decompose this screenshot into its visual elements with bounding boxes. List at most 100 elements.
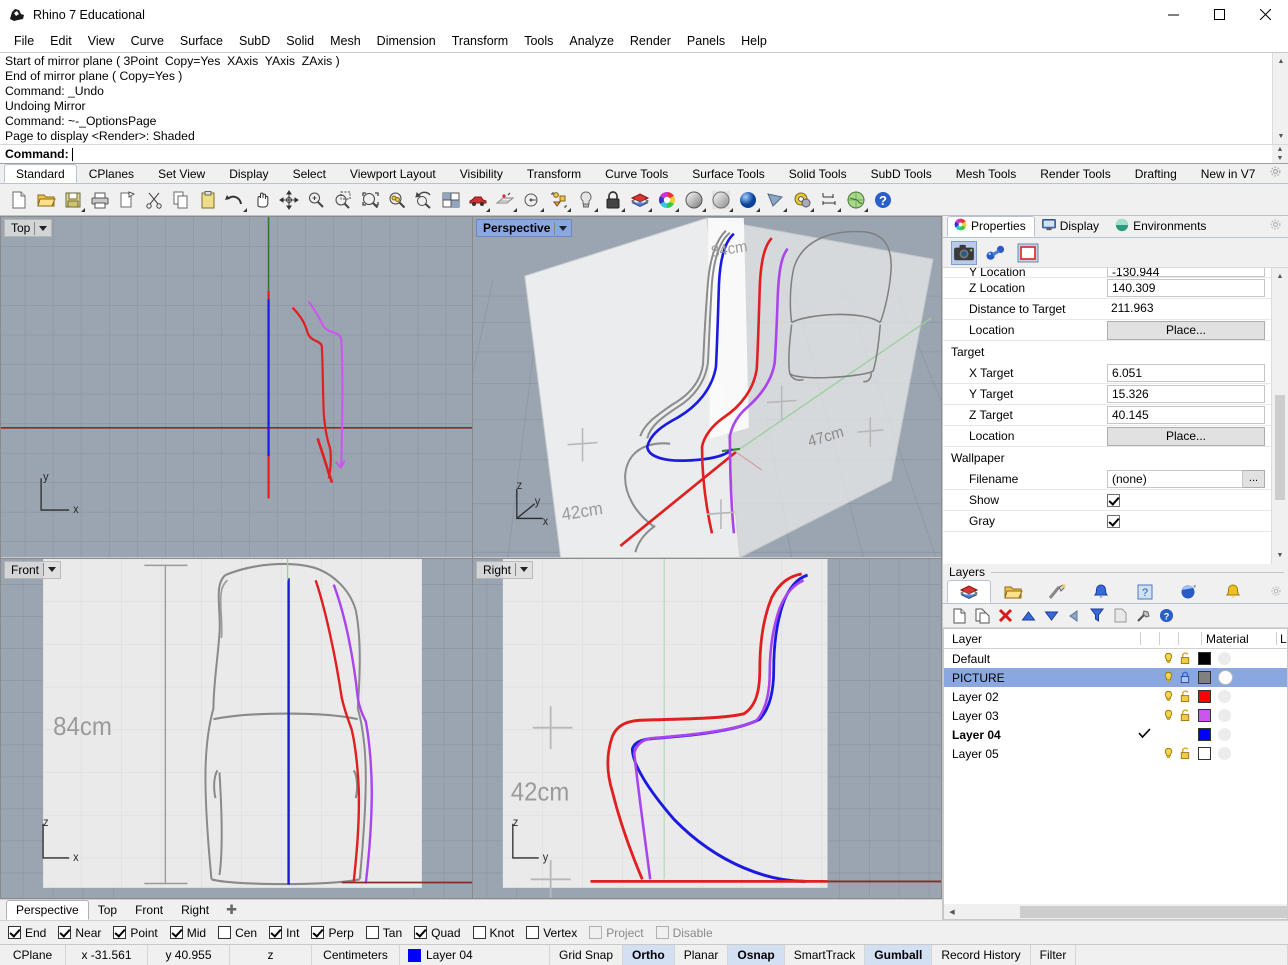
unlock-icon[interactable]: [1177, 709, 1194, 722]
layers-horizontal-scrollbar[interactable]: ◀ ▶: [943, 904, 1288, 920]
light-bulb-icon[interactable]: [1160, 652, 1177, 665]
browse-button[interactable]: ...: [1243, 470, 1265, 488]
print-icon[interactable]: [87, 187, 113, 213]
prompt-down-icon[interactable]: ▼: [1272, 154, 1288, 163]
menu-view[interactable]: View: [80, 31, 123, 51]
viewport-tab-perspective[interactable]: Perspective: [6, 900, 89, 920]
toggle-ortho[interactable]: Ortho: [623, 945, 675, 965]
delete-layer-icon[interactable]: [995, 606, 1015, 626]
layer-linetype[interactable]: C: [1284, 747, 1287, 761]
paste-icon[interactable]: [195, 187, 221, 213]
unlock-icon[interactable]: [1177, 690, 1194, 703]
viewport-tab-right[interactable]: Right: [172, 901, 218, 919]
toolbar-tab-render-tools[interactable]: Render Tools: [1028, 164, 1123, 183]
chevron-down-icon[interactable]: [39, 225, 48, 231]
prompt-up-icon[interactable]: ▲: [1272, 145, 1288, 154]
four-viewport-icon[interactable]: [438, 187, 464, 213]
layers-icon[interactable]: [627, 187, 653, 213]
car-render-icon[interactable]: [465, 187, 491, 213]
wallpaper-gray-wrap[interactable]: [1107, 514, 1271, 528]
folder-tab-icon[interactable]: [991, 580, 1035, 603]
close-button[interactable]: [1242, 0, 1288, 30]
checkbox[interactable]: [269, 926, 283, 939]
lock-icon[interactable]: [1177, 671, 1194, 684]
move-up-icon[interactable]: [1018, 606, 1038, 626]
property-value[interactable]: -130.944: [1107, 268, 1265, 277]
layer-linetype[interactable]: C: [1284, 671, 1287, 685]
viewport-label-right[interactable]: Right: [476, 560, 534, 579]
property-row-y-location[interactable]: Y Location -130.944: [943, 268, 1271, 278]
layer-material[interactable]: [1214, 747, 1284, 760]
toolbar-tab-select[interactable]: Select: [281, 164, 338, 183]
property-row-x-target[interactable]: X Target 6.051: [943, 363, 1271, 384]
cplane-grid-icon[interactable]: [492, 187, 518, 213]
properties-scrollbar[interactable]: ▲ ▼: [1271, 268, 1288, 564]
osnap-project[interactable]: Project: [589, 926, 644, 940]
command-prompt-spinner[interactable]: ▲ ▼: [1272, 145, 1288, 164]
menu-analyze[interactable]: Analyze: [561, 31, 621, 51]
notification-bell-icon[interactable]: [1079, 580, 1123, 603]
layer-linetype[interactable]: C: [1284, 728, 1287, 742]
scroll-thumb[interactable]: [1020, 905, 1288, 918]
circle-center-icon[interactable]: [519, 187, 545, 213]
property-value[interactable]: 140.309: [1107, 279, 1265, 297]
target-place-button[interactable]: Place...: [1107, 426, 1265, 446]
toolbar-tab-display[interactable]: Display: [217, 164, 280, 183]
osnap-knot[interactable]: Knot: [472, 926, 514, 940]
layer-linetype[interactable]: C: [1284, 690, 1287, 704]
checkbox[interactable]: [589, 926, 603, 939]
wallpaper-show-checkbox[interactable]: [1107, 493, 1120, 507]
layer-name[interactable]: Layer 02: [944, 690, 1128, 704]
checkbox[interactable]: [218, 926, 232, 939]
menu-edit[interactable]: Edit: [42, 31, 80, 51]
checkbox[interactable]: [169, 926, 183, 939]
layer-color-swatch[interactable]: [1194, 728, 1215, 741]
shaded-sphere-icon[interactable]: [681, 187, 707, 213]
layer-material[interactable]: [1214, 652, 1284, 665]
toolbar-tab-subd-tools[interactable]: SubD Tools: [859, 164, 944, 183]
checkbox[interactable]: [365, 926, 379, 939]
toolbar-tab-cplanes[interactable]: CPlanes: [77, 164, 146, 183]
toggle-record-history[interactable]: Record History: [932, 945, 1031, 965]
viewport-top[interactable]: y x Top: [0, 216, 472, 558]
scroll-track[interactable]: [1273, 69, 1288, 128]
zoom-in-icon[interactable]: [303, 187, 329, 213]
column-header-layer[interactable]: Layer: [944, 632, 1140, 646]
object-snap-icon[interactable]: [546, 187, 572, 213]
scroll-down-icon[interactable]: ▼: [1273, 128, 1288, 144]
globe-help-icon[interactable]: [843, 187, 869, 213]
light-bulb-icon[interactable]: [573, 187, 599, 213]
copy-layer-icon[interactable]: [1110, 606, 1130, 626]
layers-grid[interactable]: Layer Material L Default PICTURE Layer 0…: [943, 628, 1288, 904]
osnap-vertex[interactable]: Vertex: [526, 926, 577, 940]
checkbox[interactable]: [526, 926, 540, 939]
osnap-end[interactable]: End: [8, 926, 46, 940]
rendered-sphere-icon[interactable]: [735, 187, 761, 213]
chevron-down-icon[interactable]: [559, 225, 568, 231]
open-folder-icon[interactable]: [33, 187, 59, 213]
property-row-z-location[interactable]: Z Location 140.309: [943, 278, 1271, 299]
layer-material[interactable]: [1214, 709, 1284, 722]
toolbar-tab-visibility[interactable]: Visibility: [448, 164, 515, 183]
viewport-label-front[interactable]: Front: [4, 560, 62, 579]
options-gear-icon[interactable]: [789, 187, 815, 213]
layer-name[interactable]: Layer 05: [944, 747, 1128, 761]
layer-color-swatch[interactable]: [1194, 652, 1215, 665]
new-file-icon[interactable]: [6, 187, 32, 213]
property-value[interactable]: 40.145: [1107, 406, 1265, 424]
light-bulb-icon[interactable]: [1160, 747, 1177, 760]
menu-transform[interactable]: Transform: [444, 31, 517, 51]
help-question-icon[interactable]: ?: [1156, 606, 1176, 626]
viewport-label-top[interactable]: Top: [4, 219, 53, 237]
menu-panels[interactable]: Panels: [679, 31, 733, 51]
save-icon[interactable]: [60, 187, 86, 213]
menu-render[interactable]: Render: [622, 31, 679, 51]
menu-curve[interactable]: Curve: [123, 31, 172, 51]
table-row[interactable]: PICTURE C: [944, 668, 1287, 687]
menu-help[interactable]: Help: [733, 31, 775, 51]
viewport-tab-front[interactable]: Front: [126, 901, 172, 919]
viewport-perspective[interactable]: 84cm 42cm 47cm z y x Perspective: [472, 216, 942, 558]
chevron-down-icon[interactable]: [48, 567, 57, 572]
menu-file[interactable]: File: [6, 31, 42, 51]
duplicate-layer-icon[interactable]: [972, 606, 992, 626]
